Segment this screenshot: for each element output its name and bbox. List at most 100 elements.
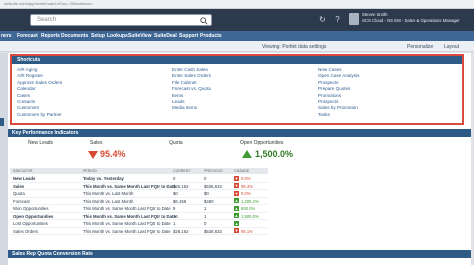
shortcut-link[interactable]: Customers by Partner [17, 112, 62, 118]
recent-records-icon[interactable]: ↻ [318, 15, 327, 24]
period-cell: This Month vs. Same Month Last FQtr to D… [83, 183, 176, 189]
indicator-cell[interactable]: Forecast [13, 199, 30, 204]
quota-conversion-header: Sales Rep Quota Conversion Rate [8, 250, 471, 258]
kpi-tile-value: 1,500.0% [255, 149, 294, 159]
shortcuts-column-1: A/R Aging A/R Register Approve Sales Ord… [17, 67, 62, 118]
indicator-cell[interactable]: Lost Opportunities [13, 221, 48, 226]
global-search[interactable]: Search [30, 14, 212, 26]
avatar[interactable] [349, 13, 359, 25]
shortcut-link[interactable]: Sales by Promotion [318, 105, 359, 111]
shortcuts-portlet: Shortcuts A/R Aging A/R Register Approve… [10, 54, 464, 125]
help-icon[interactable]: ? [333, 15, 342, 24]
period-cell: Today vs. Yesterday [83, 176, 124, 181]
indicator-cell[interactable]: New Leads [13, 176, 35, 181]
table-row[interactable]: Open Opportunities This Month vs. Same Mo… [10, 213, 268, 220]
period-cell: This Month vs. Last Month [83, 198, 134, 204]
table-row[interactable]: New Leads Today vs. Yesterday 0 0 ▼ 0.0% [10, 175, 268, 183]
nav-item-reports[interactable]: Reports [41, 33, 60, 39]
table-row[interactable]: Quota This Month vs. Last Month $0 $0 ▼ 0.0% [10, 190, 268, 198]
dashboard-toolbar: Viewing: Portlet data settings Personali… [0, 41, 474, 52]
previous-cell: $536,632 [204, 183, 222, 189]
kpi-tile-label: Sales [90, 140, 103, 146]
personalize-button[interactable]: Personalize [407, 44, 433, 50]
left-gutter [0, 53, 8, 265]
period-cell: This Month vs. Same Month Last FQtr to D… [83, 228, 171, 234]
quota-conversion-title: Sales Rep Quota Conversion Rate [12, 251, 93, 257]
previous-cell: 0 [204, 176, 207, 181]
nav-item-lookups[interactable]: Lookups [107, 33, 128, 39]
nav-item-suitedeal[interactable]: SuiteDeal [154, 33, 177, 39]
shortcuts-column-3: New Cases Open Case Analysis Prospects P… [318, 67, 359, 118]
layout-button[interactable]: Layout [444, 44, 459, 50]
kpi-tile-label: Open Opportunities [240, 140, 284, 146]
current-cell: $6,158 [173, 198, 187, 204]
change-cell: 0.0% [241, 191, 251, 196]
column-header[interactable]: PERIOD [83, 169, 97, 173]
viewing-settings-link[interactable]: Viewing: Portlet data settings [262, 44, 326, 50]
indicator-cell[interactable]: Won Opportunities [13, 206, 49, 211]
url-text: netsuite.com/app/center/card.nl?sc=-29&w… [4, 1, 93, 6]
shortcuts-column-2: Enter Cash Sales Enter Sales Orders File… [172, 67, 211, 112]
kpi-tile-label: New Leads [28, 140, 54, 146]
column-header[interactable]: CURRENT [173, 169, 191, 173]
previous-cell: 1 [204, 213, 207, 219]
current-cell: 9 [173, 206, 176, 211]
nav-item-documents[interactable]: Documents [61, 33, 88, 39]
table-row[interactable]: Sales This Month vs. Same Month Last FQtr… [10, 183, 268, 190]
period-cell: This Month vs. Same Month Last FQtr to D… [83, 206, 171, 211]
nav-item-partners[interactable]: ners [1, 33, 12, 39]
shortcut-link[interactable]: Enter Sales Orders [172, 73, 211, 79]
trend-down-icon: ▼ [234, 175, 239, 181]
shortcut-link[interactable]: Tasks [318, 112, 359, 118]
shortcuts-title: Shortcuts [17, 57, 41, 63]
browser-url-bar[interactable]: netsuite.com/app/center/card.nl?sc=-29&w… [0, 0, 474, 9]
nav-item-forecast[interactable]: Forecast [17, 33, 38, 39]
table-row[interactable]: Lost Opportunities This Month vs. Same Mo… [10, 220, 268, 228]
kpi-table-header: INDICATOR PERIOD CURRENT PREVIOUS CHANGE [10, 168, 268, 174]
change-cell: 1,205.2% [241, 198, 259, 204]
current-cell: 1 [173, 221, 176, 226]
current-cell: $26,162 [173, 228, 189, 234]
current-cell: $0 [173, 191, 178, 196]
change-cell: 95.4% [241, 183, 253, 189]
column-header[interactable]: PREVIOUS [204, 169, 223, 173]
nav-item-support[interactable]: Support [179, 33, 198, 39]
indicator-cell[interactable]: Sales [13, 184, 24, 189]
table-row[interactable]: Won Opportunities This Month vs. Same Mon… [10, 205, 268, 213]
main-nav: ners Forecast Reports Documents Setup Lo… [0, 31, 474, 41]
nav-item-setup[interactable]: Setup [91, 33, 105, 39]
table-row[interactable]: Sales Orders This Month vs. Same Month La… [10, 228, 268, 235]
previous-cell: $536,632 [204, 228, 222, 234]
current-cell: 0 [173, 176, 176, 181]
shortcuts-header: Shortcuts [12, 56, 462, 64]
shortcut-link[interactable]: Forecast vs. Quota [172, 86, 211, 92]
trend-up-icon: ▲ [234, 220, 239, 226]
change-cell: 1,500.0% [241, 213, 259, 219]
trend-down-icon: ▼ [234, 228, 239, 233]
previous-cell: 0 [204, 221, 207, 226]
table-row[interactable]: Forecast This Month vs. Last Month $6,158 $… [10, 198, 268, 205]
column-header[interactable]: CHANGE [234, 169, 249, 173]
previous-cell: 1 [204, 206, 207, 211]
indicator-cell[interactable]: Quota [13, 191, 25, 196]
current-cell: 16 [173, 213, 178, 219]
kpi-portlet-header: Key Performance Indicators [8, 129, 471, 137]
current-cell: $26,162 [173, 183, 189, 189]
column-header[interactable]: INDICATOR [13, 169, 32, 173]
trend-up-icon: ▲ [234, 213, 239, 218]
shortcut-link[interactable]: Media Items [172, 105, 211, 111]
period-cell: This Month vs. Same Month Last FQtr to D… [83, 221, 171, 226]
nav-item-suiteview[interactable]: SuiteView [128, 33, 152, 39]
portlet-edge-marker [0, 118, 4, 126]
user-menu[interactable]: Steven Smith SCS Cloud - NS EM - Sales &… [362, 12, 460, 23]
trend-down-icon: ▼ [234, 190, 239, 196]
app-header: Search ↻ ? Steven Smith SCS Cloud - NS E… [0, 9, 474, 31]
trend-up-icon: ▲ [234, 205, 239, 211]
nav-item-products[interactable]: Products [200, 33, 222, 39]
change-cell: 95.1% [241, 228, 253, 234]
indicator-cell[interactable]: Open Opportunities [13, 214, 53, 219]
indicator-cell[interactable]: Sales Orders [13, 229, 38, 234]
search-icon[interactable] [200, 17, 208, 25]
period-cell: This Month vs. Last Month [83, 191, 134, 196]
shortcut-link[interactable]: Open Case Analysis [318, 73, 359, 79]
